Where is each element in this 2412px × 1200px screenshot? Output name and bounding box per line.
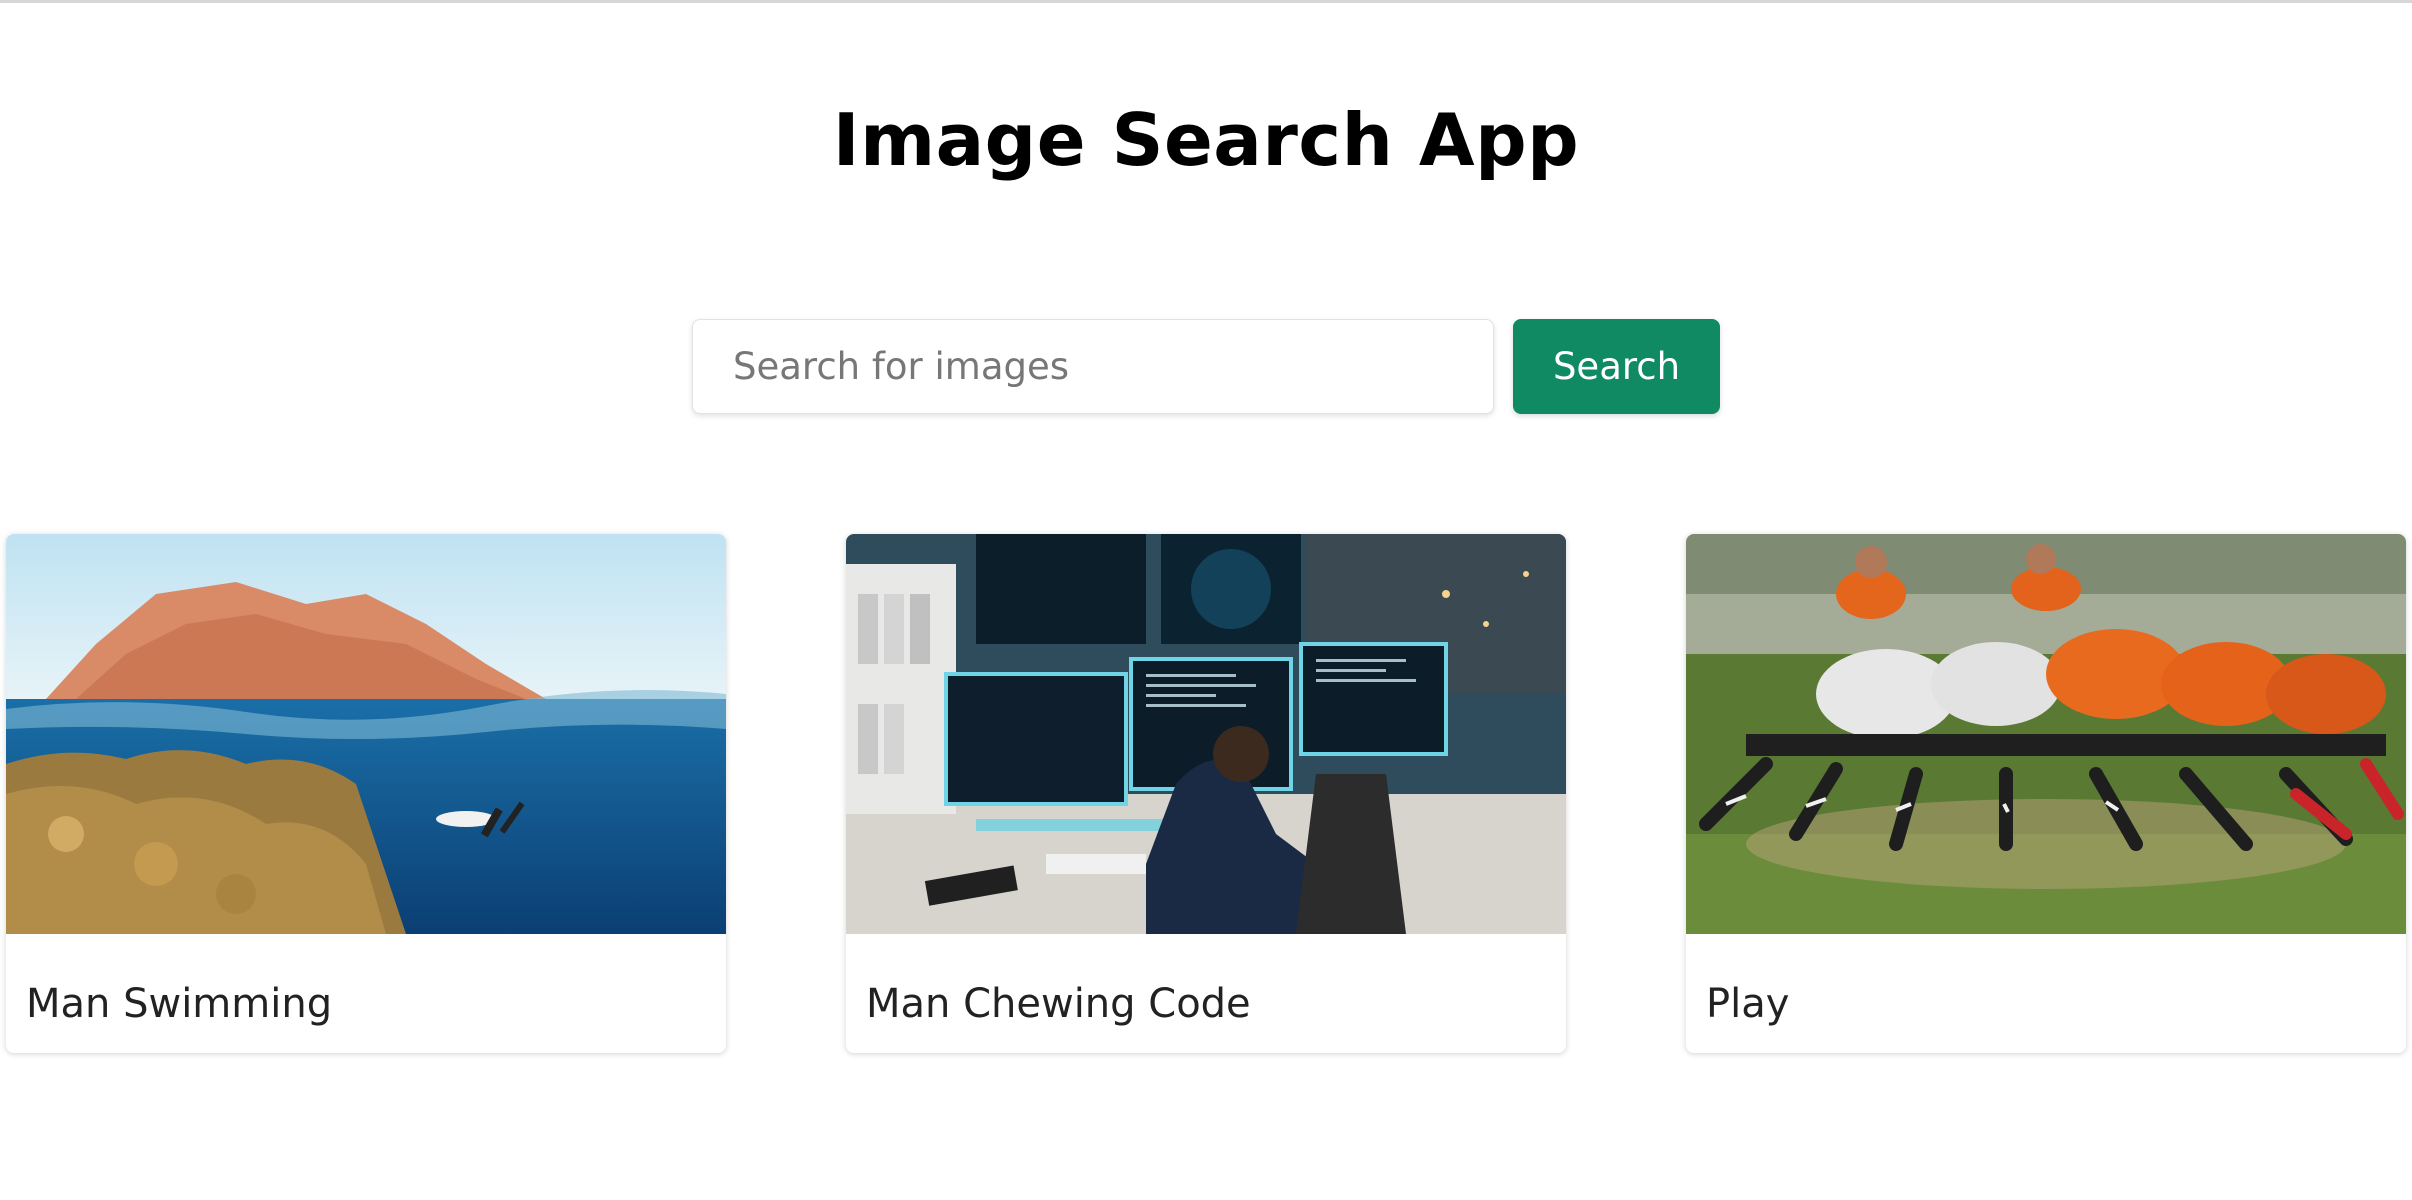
- result-card[interactable]: Man Swimming: [6, 534, 726, 1053]
- result-caption: Play: [1706, 981, 1790, 1027]
- result-image[interactable]: [846, 534, 1566, 934]
- rugby-scrum-image: [1686, 534, 2406, 934]
- page-title: Image Search App: [832, 98, 1580, 182]
- result-caption: Man Swimming: [26, 981, 333, 1027]
- search-button[interactable]: Search: [1513, 319, 1720, 414]
- search-bar: Search: [692, 319, 1720, 414]
- top-border: [0, 0, 2412, 3]
- result-card[interactable]: Man Chewing Code: [846, 534, 1566, 1053]
- result-image[interactable]: [1686, 534, 2406, 934]
- result-card[interactable]: Play: [1686, 534, 2406, 1053]
- result-image[interactable]: [6, 534, 726, 934]
- search-input[interactable]: [692, 319, 1494, 414]
- underwater-diver-image: [6, 534, 726, 934]
- result-caption: Man Chewing Code: [866, 981, 1251, 1027]
- programmer-at-monitors-image: [846, 534, 1566, 934]
